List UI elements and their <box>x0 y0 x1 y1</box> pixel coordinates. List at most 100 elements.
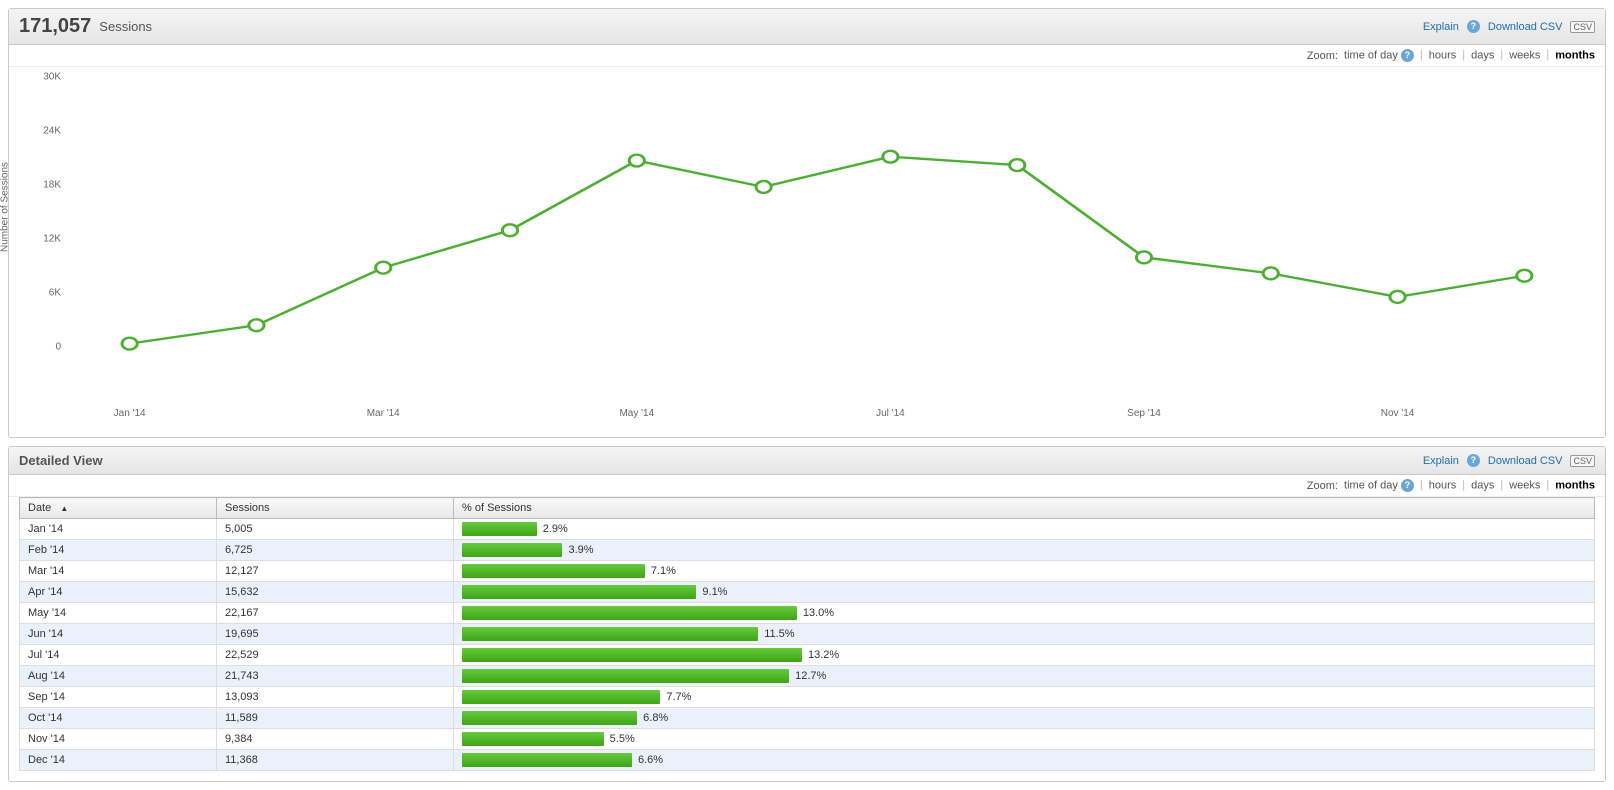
y-tick: 0 <box>21 342 61 353</box>
zoom-option-weeks[interactable]: weeks <box>1509 479 1540 491</box>
cell-date: Mar '14 <box>20 561 217 582</box>
download-csv-link[interactable]: Download CSV <box>1488 455 1563 467</box>
pct-label: 7.1% <box>651 565 676 577</box>
cell-sessions: 12,127 <box>217 561 454 582</box>
table-row: Jan '145,005 2.9% <box>20 519 1595 540</box>
cell-pct: 11.5% <box>454 624 1595 645</box>
cell-sessions: 11,368 <box>217 750 454 771</box>
cell-sessions: 22,529 <box>217 645 454 666</box>
table-row: Apr '1415,6329.1% <box>20 582 1595 603</box>
sessions-panel-header: 171,057 Sessions Explain ? Download CSV … <box>9 9 1605 45</box>
pct-label: 9.1% <box>702 586 727 598</box>
zoom-option-time-of-day[interactable]: time of day <box>1344 49 1398 61</box>
cell-date: Aug '14 <box>20 666 217 687</box>
csv-icon[interactable]: CSV <box>1570 455 1595 467</box>
cell-date: Jul '14 <box>20 645 217 666</box>
col-date[interactable]: Date ▲ <box>20 498 217 519</box>
zoom-option-months[interactable]: months <box>1555 479 1595 491</box>
help-icon[interactable]: ? <box>1401 49 1414 62</box>
cell-pct: 13.2% <box>454 645 1595 666</box>
pct-bar <box>462 648 802 662</box>
data-point[interactable] <box>1517 270 1532 282</box>
data-point[interactable] <box>1390 291 1405 303</box>
x-tick: Nov '14 <box>1381 408 1415 419</box>
zoom-option-days[interactable]: days <box>1471 49 1494 61</box>
pct-bar <box>462 585 696 599</box>
download-csv-link[interactable]: Download CSV <box>1488 21 1563 33</box>
cell-sessions: 9,384 <box>217 729 454 750</box>
help-icon[interactable]: ? <box>1401 479 1414 492</box>
table-row: Jul '1422,529 13.2% <box>20 645 1595 666</box>
explain-link[interactable]: Explain <box>1423 455 1459 467</box>
cell-date: May '14 <box>20 603 217 624</box>
cell-sessions: 15,632 <box>217 582 454 603</box>
zoom-option-days[interactable]: days <box>1471 479 1494 491</box>
pct-label: 13.2% <box>808 649 839 661</box>
detailed-title: Detailed View <box>19 453 103 468</box>
x-tick: Jul '14 <box>876 408 905 419</box>
cell-sessions: 5,005 <box>217 519 454 540</box>
cell-pct: 7.1% <box>454 561 1595 582</box>
pct-label: 7.7% <box>666 691 691 703</box>
zoom-option-weeks[interactable]: weeks <box>1509 49 1540 61</box>
y-tick: 6K <box>21 288 61 299</box>
data-point[interactable] <box>1263 267 1278 279</box>
cell-pct: 7.7% <box>454 687 1595 708</box>
cell-pct: 5.5% <box>454 729 1595 750</box>
y-axis-title: Number of Sessions <box>0 162 11 252</box>
y-tick: 12K <box>21 234 61 245</box>
sessions-panel: 171,057 Sessions Explain ? Download CSV … <box>8 8 1606 438</box>
cell-date: Nov '14 <box>20 729 217 750</box>
x-tick: May '14 <box>619 408 654 419</box>
zoom-option-hours[interactable]: hours <box>1429 49 1457 61</box>
cell-pct: 2.9% <box>454 519 1595 540</box>
data-point[interactable] <box>883 151 898 163</box>
detailed-table: Date ▲ Sessions % of Sessions Jan '145,0… <box>19 497 1595 771</box>
data-point[interactable] <box>1010 159 1025 171</box>
sessions-title: Sessions <box>99 19 152 34</box>
cell-sessions: 22,167 <box>217 603 454 624</box>
sessions-count: 171,057 <box>19 15 91 38</box>
zoom-option-hours[interactable]: hours <box>1429 479 1457 491</box>
pct-label: 3.9% <box>568 544 593 556</box>
data-point[interactable] <box>756 181 771 193</box>
table-row: May '1422,167 13.0% <box>20 603 1595 624</box>
zoom-option-months[interactable]: months <box>1555 49 1595 61</box>
cell-pct: 9.1% <box>454 582 1595 603</box>
pct-bar <box>462 606 797 620</box>
help-icon[interactable]: ? <box>1467 20 1480 33</box>
table-row: Dec '1411,3686.6% <box>20 750 1595 771</box>
pct-bar <box>462 690 660 704</box>
zoom-option-time-of-day[interactable]: time of day <box>1344 479 1398 491</box>
x-tick: Mar '14 <box>367 408 400 419</box>
detailed-panel: Detailed View Explain ? Download CSV CSV… <box>8 446 1606 782</box>
cell-date: Jun '14 <box>20 624 217 645</box>
zoom-toolbar-top: Zoom: time of day?|hours|days|weeks|mont… <box>9 45 1605 67</box>
data-point[interactable] <box>249 319 264 331</box>
col-pct[interactable]: % of Sessions <box>454 498 1595 519</box>
pct-label: 13.0% <box>803 607 834 619</box>
table-row: Oct '1411,5896.8% <box>20 708 1595 729</box>
x-tick: Sep '14 <box>1127 408 1161 419</box>
pct-label: 11.5% <box>764 628 794 640</box>
cell-pct: 12.7% <box>454 666 1595 687</box>
zoom-label: Zoom: <box>1307 50 1338 62</box>
cell-date: Sep '14 <box>20 687 217 708</box>
col-sessions[interactable]: Sessions <box>217 498 454 519</box>
pct-label: 2.9% <box>543 523 568 535</box>
cell-date: Feb '14 <box>20 540 217 561</box>
pct-bar <box>462 564 645 578</box>
csv-icon[interactable]: CSV <box>1570 21 1595 33</box>
data-point[interactable] <box>376 262 391 274</box>
data-point[interactable] <box>629 155 644 167</box>
cell-date: Jan '14 <box>20 519 217 540</box>
data-point[interactable] <box>1136 251 1151 263</box>
pct-label: 6.8% <box>643 712 668 724</box>
explain-link[interactable]: Explain <box>1423 21 1459 33</box>
sort-asc-icon: ▲ <box>60 504 68 513</box>
zoom-label: Zoom: <box>1307 480 1338 492</box>
data-point[interactable] <box>502 224 517 236</box>
data-point[interactable] <box>122 338 137 350</box>
help-icon[interactable]: ? <box>1467 454 1480 467</box>
table-row: Jun '1419,69511.5% <box>20 624 1595 645</box>
